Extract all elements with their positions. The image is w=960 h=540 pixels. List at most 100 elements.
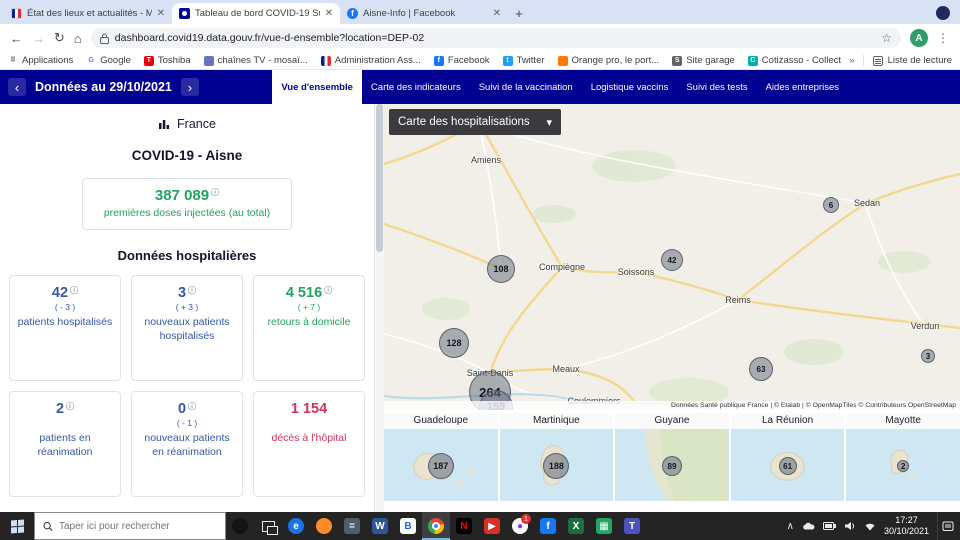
onedrive-cloud-icon[interactable]	[802, 522, 815, 530]
nav-vue-densemble[interactable]: Vue d'ensemble	[272, 70, 362, 104]
site-info-icon[interactable]	[100, 33, 109, 44]
bookmark-item[interactable]: Administration Ass...	[321, 55, 421, 66]
info-icon[interactable]: ⓘ	[188, 286, 196, 295]
messenger-icon[interactable]: ●1	[506, 512, 534, 540]
nav-suivi-vaccination[interactable]: Suivi de la vaccination	[470, 70, 582, 104]
hidden-icons-chevron-icon[interactable]: ∧	[787, 521, 794, 532]
bookmark-item[interactable]: chaînes TV - mosaï...	[204, 55, 308, 66]
info-icon[interactable]: ⓘ	[211, 188, 219, 197]
battery-icon[interactable]	[823, 522, 836, 530]
nav-aides-entreprises[interactable]: Aides entreprises	[757, 70, 848, 104]
map-bubble[interactable]: 42	[661, 249, 683, 271]
search-input[interactable]	[59, 521, 217, 532]
region-selector[interactable]: France	[0, 104, 374, 140]
territory-bubble[interactable]: 89	[662, 456, 682, 476]
stat-card-hospitalises[interactable]: 42ⓘ ( - 3 ) patients hospitalisés	[9, 275, 121, 381]
wifi-icon[interactable]	[864, 522, 876, 531]
calculator-icon[interactable]: =	[338, 512, 366, 540]
stat-card-nouveaux-reanimation[interactable]: 0ⓘ ( - 1 ) nouveaux patients en réanimat…	[131, 391, 243, 497]
tab-close-icon[interactable]: ✕	[325, 8, 333, 19]
edge-icon[interactable]: e	[282, 512, 310, 540]
cortana-icon[interactable]	[226, 512, 254, 540]
account-avatar[interactable]: A	[910, 29, 928, 47]
nav-carte-indicateurs[interactable]: Carte des indicateurs	[362, 70, 470, 104]
info-icon[interactable]: ⓘ	[188, 402, 196, 411]
bookmark-item[interactable]: tTwitter	[503, 55, 545, 66]
info-icon[interactable]: ⓘ	[66, 402, 74, 411]
bookmark-item[interactable]: fFacebook	[434, 55, 490, 66]
territory-bubble[interactable]: 188	[543, 453, 569, 479]
map-bubble[interactable]: 128	[439, 328, 469, 358]
territory-bubble[interactable]: 61	[779, 457, 797, 475]
bookmark-item[interactable]: CCotizasso - Collecte...	[748, 55, 841, 66]
chevron-left-icon[interactable]: ‹	[8, 78, 26, 96]
reload-icon[interactable]: ↻	[54, 30, 65, 46]
territory-map[interactable]: 187	[384, 429, 498, 501]
territory-bubble[interactable]: 187	[428, 453, 454, 479]
bookmark-item[interactable]: SSite garage	[672, 55, 735, 66]
map-layer-selector[interactable]: Carte des hospitalisations ▾	[389, 109, 561, 135]
territory-bubble[interactable]: 2	[897, 460, 909, 472]
sheets-icon[interactable]: ▦	[590, 512, 618, 540]
chrome-icon[interactable]	[422, 512, 450, 540]
browser-menu-icon[interactable]: ⋮	[937, 31, 950, 45]
map-bubble[interactable]: 63	[749, 357, 773, 381]
tab-close-icon[interactable]: ✕	[493, 8, 501, 19]
firefox-icon[interactable]	[310, 512, 338, 540]
home-icon[interactable]: ⌂	[74, 31, 82, 46]
excel-icon[interactable]: X	[562, 512, 590, 540]
scrollbar-thumb[interactable]	[376, 104, 383, 252]
bing-icon[interactable]: B	[394, 512, 422, 540]
map-bubble[interactable]: 3	[921, 349, 935, 363]
back-icon[interactable]: ←	[10, 31, 23, 46]
territory-map[interactable]: 61	[731, 429, 845, 501]
bookmark-item[interactable]: GGoogle	[86, 55, 131, 66]
taskbar-clock[interactable]: 17:27 30/10/2021	[884, 515, 929, 538]
bookmark-item[interactable]: TToshiba	[144, 55, 191, 66]
nav-suivi-tests[interactable]: Suivi des tests	[677, 70, 756, 104]
hospitalisations-map[interactable]: AmiensSedanCompiègneSoissonsReimsVerdunM…	[384, 104, 960, 410]
tab-etat-des-lieux[interactable]: État des lieux et actualités - Mini... ✕	[4, 3, 172, 24]
sidebar-scrollbar[interactable]	[374, 104, 384, 512]
url-box[interactable]: dashboard.covid19.data.gouv.fr/vue-d-ens…	[91, 28, 901, 48]
territory-map[interactable]: 2	[846, 429, 960, 501]
territory-mayotte[interactable]: Mayotte 2	[846, 413, 960, 501]
tab-close-icon[interactable]: ✕	[157, 8, 165, 19]
territory-guadeloupe[interactable]: Guadeloupe 187	[384, 413, 498, 501]
nav-logistique-vaccins[interactable]: Logistique vaccins	[582, 70, 678, 104]
teams-icon[interactable]: T	[618, 512, 646, 540]
stat-card-nouveaux-hospitalises[interactable]: 3ⓘ ( + 3 ) nouveaux patients hospitalisé…	[131, 275, 243, 381]
profile-avatar-icon[interactable]	[936, 6, 950, 20]
tab-covid-dashboard[interactable]: Tableau de bord COVID-19 Suivi ✕	[172, 3, 340, 24]
bookmarks-overflow-icon[interactable]: »	[849, 55, 854, 66]
new-tab-button[interactable]: +	[508, 4, 530, 24]
territory-map[interactable]: 89	[615, 429, 729, 501]
start-button[interactable]	[0, 512, 34, 540]
tab-facebook[interactable]: f Aisne-Info | Facebook ✕	[340, 3, 508, 24]
territory-la-reunion[interactable]: La Réunion 61	[731, 413, 845, 501]
action-center-icon[interactable]	[937, 512, 957, 540]
word-icon[interactable]: W	[366, 512, 394, 540]
bookmark-item[interactable]: Orange pro, le port...	[558, 55, 660, 66]
bookmark-star-icon[interactable]: ☆	[881, 31, 892, 45]
territory-map[interactable]: 188	[500, 429, 614, 501]
territory-martinique[interactable]: Martinique 188	[500, 413, 614, 501]
stat-card-reanimation[interactable]: 2ⓘ patients en réanimation	[9, 391, 121, 497]
volume-icon[interactable]	[844, 521, 856, 531]
map-bubble[interactable]: 6	[823, 197, 839, 213]
bookmark-item[interactable]: ⠿Applications	[8, 55, 73, 66]
info-icon[interactable]: ⓘ	[70, 286, 78, 295]
stat-card-retours-domicile[interactable]: 4 516ⓘ ( + 7 ) retours à domicile	[253, 275, 365, 381]
task-view-icon[interactable]	[254, 512, 282, 540]
netflix-icon[interactable]: N	[450, 512, 478, 540]
facebook-icon[interactable]: f	[534, 512, 562, 540]
vaccination-card[interactable]: 387 089ⓘ premières doses injectées (au t…	[82, 178, 292, 230]
territory-guyane[interactable]: Guyane 89	[615, 413, 729, 501]
info-icon[interactable]: ⓘ	[324, 286, 332, 295]
youtube-icon[interactable]: ▶	[478, 512, 506, 540]
forward-icon[interactable]: →	[32, 31, 45, 46]
reading-list-button[interactable]: Liste de lecture	[863, 55, 952, 66]
chevron-right-icon[interactable]: ›	[181, 78, 199, 96]
map-bubble[interactable]: 108	[487, 255, 515, 283]
stat-card-deces[interactable]: 1 154 décès à l'hôpital	[253, 391, 365, 497]
